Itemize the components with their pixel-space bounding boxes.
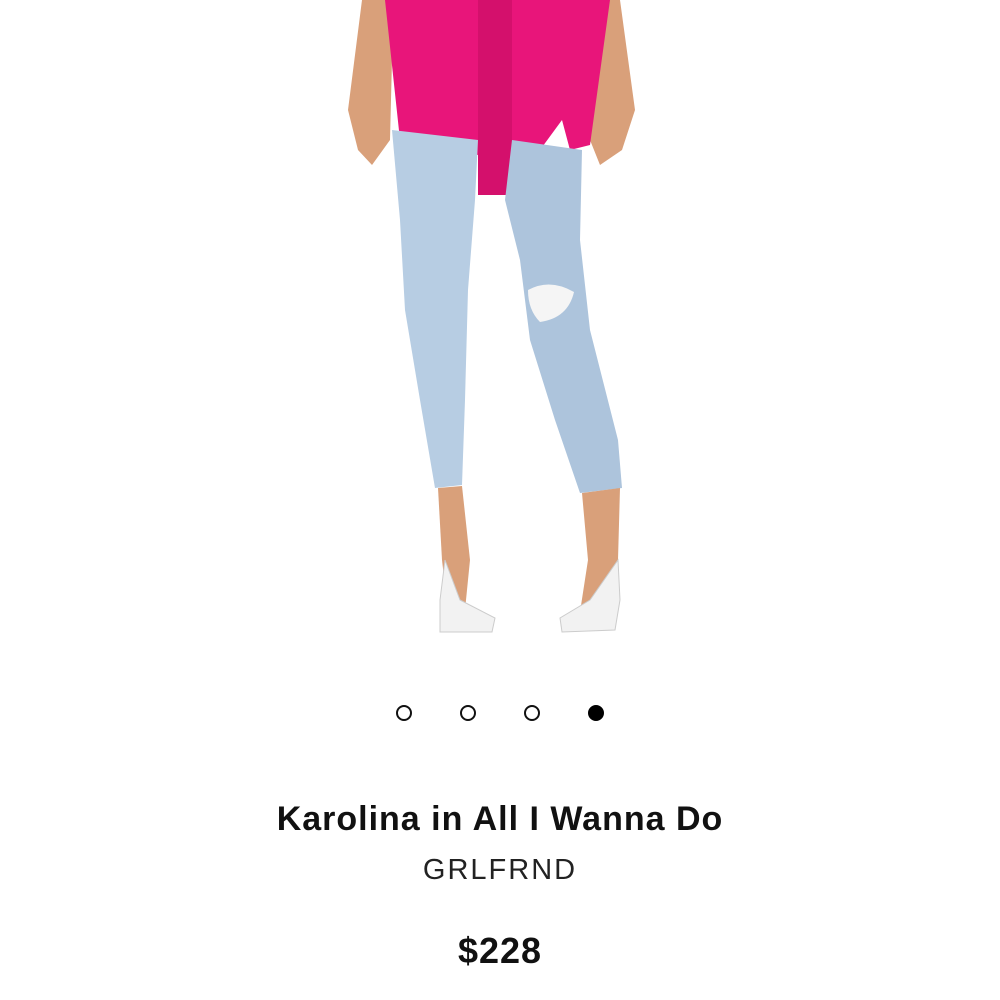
jeans-right-leg [505,140,622,493]
product-price: $228 [457,930,543,971]
product-detail-page: Karolina in All I Wanna Do GRLFRND $228 [0,0,1000,1000]
product-image[interactable] [300,0,700,660]
carousel-dot-3[interactable] [524,705,540,721]
product-title: Karolina in All I Wanna Do [276,800,724,838]
carousel-dot-1[interactable] [396,705,412,721]
jeans-left-leg [392,130,478,488]
carousel-dot-2[interactable] [460,705,476,721]
top-sash [478,0,512,195]
product-photo-illustration [348,0,635,633]
carousel-dot-4-active[interactable] [588,705,604,721]
image-carousel-dots [0,705,1000,727]
product-brand[interactable]: GRLFRND [0,854,1000,887]
